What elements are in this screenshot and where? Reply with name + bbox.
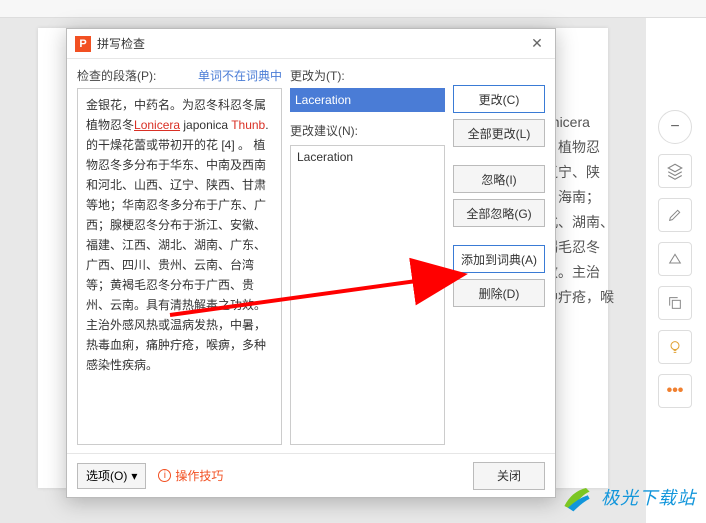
- suggestions-list[interactable]: Laceration: [290, 145, 445, 445]
- passage-label: 检查的段落(P): 单词不在词典中: [77, 67, 282, 84]
- chevron-down-icon: ▾: [131, 469, 137, 483]
- watermark-text: 极光下载站: [601, 484, 696, 510]
- misspelled-word: Lonicera: [134, 118, 180, 132]
- document-text-fragment: onicera 。植物忍 辽宁、陕 、海南； 北、湖南、 褐毛忍冬 效。主治 肿…: [544, 110, 644, 310]
- pencil-icon[interactable]: [658, 198, 692, 232]
- watermark-icon: [559, 479, 595, 515]
- suggestion-item[interactable]: Laceration: [297, 150, 438, 164]
- info-icon: i: [158, 469, 171, 482]
- ignore-button[interactable]: 忽略(I): [453, 165, 545, 193]
- options-button[interactable]: 选项(O) ▾: [77, 463, 146, 489]
- dialog-titlebar: P 拼写检查 ✕: [67, 29, 555, 59]
- copy-icon[interactable]: [658, 286, 692, 320]
- add-to-dictionary-button[interactable]: 添加到词典(A): [453, 245, 545, 273]
- not-in-dict-label: 单词不在词典中: [198, 67, 282, 84]
- suggestions-label: 更改建议(N):: [290, 122, 445, 139]
- ignore-all-button[interactable]: 全部忽略(G): [453, 199, 545, 227]
- close-button[interactable]: 关闭: [473, 462, 545, 490]
- dialog-title: 拼写检查: [97, 35, 527, 52]
- topbar: [0, 0, 706, 18]
- dialog-footer: 选项(O) ▾ i 操作技巧 关闭: [67, 453, 555, 497]
- change-to-input[interactable]: [290, 88, 445, 112]
- side-toolbar: − •••: [658, 110, 692, 408]
- passage-box[interactable]: 金银花，中药名。为忍冬科忍冬属植物忍冬Lonicera japonica Thu…: [77, 88, 282, 445]
- more-icon[interactable]: •••: [658, 374, 692, 408]
- spellcheck-dialog: P 拼写检查 ✕ 检查的段落(P): 单词不在词典中 金银花，中药名。为忍冬科忍…: [66, 28, 556, 498]
- layers-icon[interactable]: [658, 154, 692, 188]
- bulb-icon[interactable]: [658, 330, 692, 364]
- app-logo-icon: P: [75, 36, 91, 52]
- misspelled-word: Thunb: [231, 118, 265, 132]
- close-icon[interactable]: ✕: [527, 35, 547, 52]
- change-to-label: 更改为(T):: [290, 67, 445, 84]
- minus-icon[interactable]: −: [658, 110, 692, 144]
- change-all-button[interactable]: 全部更改(L): [453, 119, 545, 147]
- delete-button[interactable]: 删除(D): [453, 279, 545, 307]
- tips-link[interactable]: i 操作技巧: [158, 467, 223, 484]
- shape-icon[interactable]: [658, 242, 692, 276]
- change-button[interactable]: 更改(C): [453, 85, 545, 113]
- watermark: 极光下载站: [559, 479, 696, 515]
